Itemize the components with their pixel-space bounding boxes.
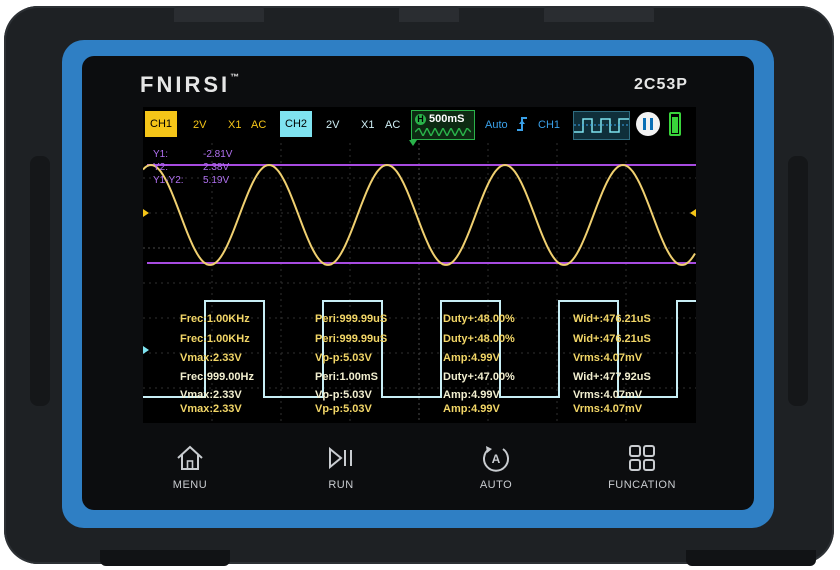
- top-port: [544, 6, 654, 22]
- measurement-value: Duty+:48.00%: [443, 313, 515, 325]
- model-name: 2C53P: [634, 76, 688, 93]
- measurement-value: Vmax:2.33V: [180, 389, 242, 401]
- measurement-value: Peri:999.99uS: [315, 333, 388, 345]
- measurement-value: Amp:4.99V: [443, 389, 500, 401]
- oscilloscope-screen: CH1 2V X1 AC CH2 2V X1 AC H 500mS Auto C…: [143, 107, 696, 423]
- measurement-value: Peri:1.00mS: [315, 371, 378, 383]
- auto-icon: A: [483, 446, 509, 472]
- measurement-panel: Frec:1.00KHz Peri:999.99uS Duty+:48.00% Wid…: [143, 107, 696, 423]
- brand-trademark: ™: [230, 72, 243, 82]
- measurement-value: Vmax:2.33V: [180, 403, 242, 415]
- measurement-value: Vmax:2.33V: [180, 352, 242, 364]
- measurement-value: Duty+:48.00%: [443, 333, 515, 345]
- play-pause-icon: [329, 446, 352, 470]
- measurement-value: Frec:999.00Hz: [180, 371, 254, 383]
- auto-button-label: AUTO: [479, 479, 513, 491]
- measurement-value: Wid+:477.92uS: [573, 371, 651, 383]
- measurement-value: Vrms:4.07mV: [573, 352, 643, 364]
- function-button[interactable]: FUNCATION: [597, 444, 687, 491]
- measurement-value: Duty+:47.00%: [443, 371, 515, 383]
- measurement-value: Vp-p:5.03V: [315, 389, 372, 401]
- measurement-value: Vp-p:5.03V: [315, 352, 372, 364]
- function-button-label: FUNCATION: [608, 479, 676, 491]
- measurement-value: Amp:4.99V: [443, 403, 500, 415]
- side-grip: [788, 156, 808, 406]
- measurement-value: Amp:4.99V: [443, 352, 500, 364]
- svg-text:A: A: [492, 452, 501, 466]
- menu-button[interactable]: MENU: [145, 444, 235, 491]
- measurement-value: Wid+:476.21uS: [573, 313, 651, 325]
- top-bnc-connector: [399, 6, 459, 22]
- measurement-value: Vrms:4.07mV: [573, 389, 643, 401]
- foot: [100, 550, 230, 566]
- run-button[interactable]: RUN: [296, 444, 386, 491]
- menu-button-label: MENU: [172, 479, 208, 491]
- top-bnc-connector: [174, 6, 264, 22]
- brand-logo: FNIRSI™: [140, 72, 242, 98]
- measurement-value: Frec:1.00KHz: [180, 333, 250, 345]
- measurement-value: Wid+:476.21uS: [573, 333, 651, 345]
- home-icon: [177, 445, 203, 470]
- side-grip: [30, 156, 50, 406]
- auto-button[interactable]: A AUTO: [451, 444, 541, 491]
- measurement-value: Vrms:4.07mV: [573, 403, 643, 415]
- run-button-label: RUN: [328, 479, 354, 491]
- grid-apps-icon: [629, 445, 655, 471]
- measurement-value: Peri:999.99uS: [315, 313, 388, 325]
- measurement-value: Frec:1.00KHz: [180, 313, 250, 325]
- brand-name: FNIRSI: [140, 72, 231, 97]
- measurement-value: Vp-p:5.03V: [315, 403, 372, 415]
- foot: [686, 550, 816, 566]
